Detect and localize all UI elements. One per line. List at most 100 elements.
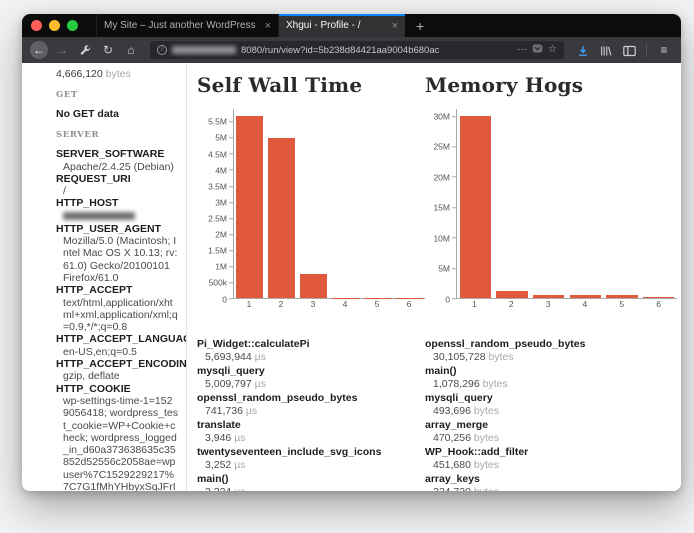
function-value: 224,720 bytes — [425, 486, 677, 492]
close-window-button[interactable] — [31, 20, 42, 31]
bar[interactable] — [236, 116, 263, 298]
y-tick-text: 5M — [215, 134, 227, 143]
x-tick-label: 6 — [407, 299, 412, 309]
x-tick-label: 3 — [546, 299, 551, 309]
sidebar-toggle-icon[interactable] — [620, 41, 638, 59]
function-list-item: main()1,078,296 bytes — [425, 365, 677, 390]
function-value: 5,009,797 µs — [197, 378, 425, 391]
plot-area — [233, 109, 425, 299]
library-icon[interactable] — [597, 41, 615, 59]
function-name: array_merge — [425, 419, 677, 432]
function-value: 470,256 bytes — [425, 432, 677, 445]
x-tick-label: 6 — [656, 299, 661, 309]
function-value-number: 5,693,944 — [205, 351, 255, 363]
y-tick-text: 5.5M — [208, 118, 227, 127]
x-tick-label: 2 — [509, 299, 514, 309]
y-tick-label: 1.5M — [208, 246, 233, 255]
function-value-unit: µs — [234, 432, 245, 444]
y-tick-label: 5.5M — [208, 118, 233, 127]
minimize-window-button[interactable] — [49, 20, 60, 31]
bar[interactable] — [533, 295, 564, 298]
sidebar-value: Apache/2.4.25 (Debian) — [56, 161, 178, 173]
function-list-item: array_keys224,720 bytes — [425, 473, 677, 491]
function-value-number: 30,105,728 — [433, 351, 488, 363]
close-tab-icon[interactable]: × — [259, 20, 271, 32]
function-list-item: array_merge470,256 bytes — [425, 419, 677, 444]
function-list-item: mysqli_query493,696 bytes — [425, 392, 677, 417]
x-tick-label: 5 — [619, 299, 624, 309]
y-tick-text: 15M — [433, 203, 450, 212]
y-tick-text: 4.5M — [208, 150, 227, 159]
x-tick-label: 4 — [343, 299, 348, 309]
x-tick-label: 1 — [472, 299, 477, 309]
function-name: main() — [197, 473, 425, 486]
new-tab-button[interactable]: + — [405, 14, 435, 37]
function-value-unit: bytes — [483, 378, 508, 390]
function-value: 1,078,296 bytes — [425, 378, 677, 391]
y-tick-label: 1M — [215, 263, 233, 272]
bar[interactable] — [643, 297, 674, 298]
chart-title-memory-hogs: Memory Hogs — [425, 73, 677, 97]
page-content: 4,666,120 bytes GETNo GET dataSERVERSERV… — [22, 63, 681, 491]
sidebar-key: HTTP_USER_AGENT — [56, 223, 178, 235]
chart-title-self-wall-time: Self Wall Time — [197, 73, 425, 97]
back-button[interactable]: ← — [30, 41, 48, 59]
close-tab-icon[interactable]: × — [386, 20, 398, 32]
downloads-icon[interactable] — [574, 41, 592, 59]
y-tick-text: 30M — [433, 112, 450, 121]
function-value-number: 224,720 — [433, 486, 474, 492]
y-tick-text: 500k — [209, 279, 227, 288]
sidebar-value: text/html,application/xhtml+xml,applicat… — [56, 297, 178, 334]
y-tick-text: 25M — [433, 143, 450, 152]
menu-icon[interactable]: ≡ — [655, 41, 673, 59]
forward-button[interactable]: → — [53, 41, 71, 59]
function-list-item: mysqli_query5,009,797 µs — [197, 365, 425, 390]
zoom-window-button[interactable] — [67, 20, 78, 31]
y-tick-label: 2.5M — [208, 214, 233, 223]
memory-total: 4,666,120 bytes — [56, 68, 178, 80]
function-name: WP_Hook::add_filter — [425, 446, 677, 459]
tab-my-site[interactable]: My Site – Just another WordPress s × — [96, 14, 278, 37]
bookmark-star-icon[interactable]: ☆ — [548, 45, 557, 55]
function-name: array_keys — [425, 473, 677, 486]
site-info-icon[interactable]: i — [157, 45, 167, 55]
function-list-item: main()3,224 µs — [197, 473, 425, 491]
sidebar-key: REQUEST_URI — [56, 173, 178, 185]
function-name: mysqli_query — [425, 392, 677, 405]
function-value-unit: bytes — [474, 405, 499, 417]
bar[interactable] — [496, 291, 527, 298]
bar[interactable] — [300, 274, 327, 298]
reload-button[interactable]: ↻ — [99, 41, 117, 59]
traffic-lights — [22, 14, 96, 37]
y-tick-label: 3.5M — [208, 182, 233, 191]
function-name: openssl_random_pseudo_bytes — [197, 392, 425, 405]
y-tick-label: 10M — [433, 234, 456, 243]
bar[interactable] — [460, 116, 491, 298]
x-tick-label: 2 — [279, 299, 284, 309]
function-value: 3,252 µs — [197, 459, 425, 472]
y-tick-label: 3M — [215, 198, 233, 207]
y-tick-label: 4M — [215, 166, 233, 175]
page-actions-icon[interactable]: ··· — [517, 45, 527, 55]
request-info-sidebar: 4,666,120 bytes GETNo GET dataSERVERSERV… — [22, 63, 187, 491]
wrench-icon[interactable] — [76, 41, 94, 59]
bar[interactable] — [606, 295, 637, 298]
y-tick-label: 20M — [433, 173, 456, 182]
x-axis: 123456 — [456, 299, 677, 314]
bar[interactable] — [570, 295, 601, 298]
bar[interactable] — [268, 138, 295, 298]
self-wall-time-chart: 0500k1M1.5M2M2.5M3M3.5M4M4.5M5M5.5M — [197, 109, 425, 299]
memory-total-value: 4,666,120 — [56, 68, 103, 80]
y-tick-label: 5M — [438, 264, 456, 273]
pocket-icon[interactable] — [532, 43, 543, 57]
tab-xhgui-profile[interactable]: Xhgui - Profile - / × — [278, 14, 405, 37]
sidebar-key: HTTP_ACCEPT_ENCODING — [56, 358, 178, 370]
function-value-unit: bytes — [474, 432, 499, 444]
toolbar-divider — [646, 43, 647, 57]
home-button[interactable]: ⌂ — [122, 41, 140, 59]
memory-total-unit: bytes — [106, 68, 131, 80]
function-value-number: 1,078,296 — [433, 378, 483, 390]
tab-title: My Site – Just another WordPress s — [104, 20, 259, 31]
sidebar-value: en-US,en;q=0.5 — [56, 346, 178, 358]
url-bar[interactable]: i 8080/run/view?id=5b238d84421aa9004b680… — [150, 41, 564, 59]
